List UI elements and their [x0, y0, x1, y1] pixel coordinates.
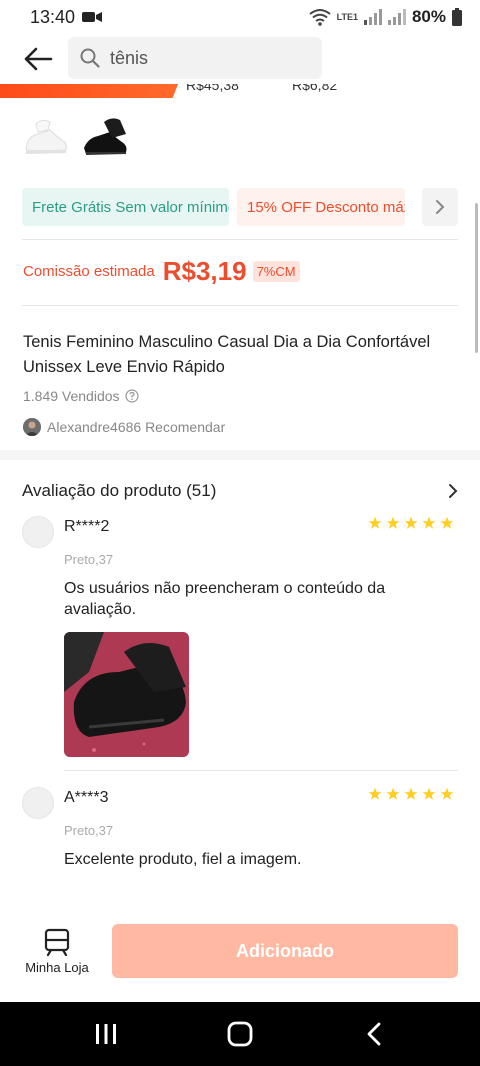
search-query: tênis	[110, 47, 149, 68]
recommender-row[interactable]: Alexandre4686 Recomendar	[23, 418, 225, 436]
help-icon[interactable]	[124, 389, 139, 403]
commission-label: Comissão estimada	[23, 263, 155, 280]
system-navigation-bar	[0, 1002, 480, 1066]
commission-badge: 7%CM	[252, 261, 300, 282]
scrollbar[interactable]	[475, 203, 478, 353]
commission-row: Comissão estimada R$3,19 7%CM	[23, 256, 300, 287]
signal-icon	[363, 9, 382, 25]
star-icon	[440, 787, 454, 800]
divider	[22, 239, 458, 240]
reviewer-name: R****2	[64, 518, 110, 535]
review-item: A****3 Preto,37 Excelente produto, fiel …	[22, 787, 454, 897]
store-icon	[44, 928, 70, 956]
network-label: LTE1	[336, 11, 358, 22]
reviewer-avatar	[22, 787, 54, 819]
star-icon	[404, 787, 418, 800]
discount-chip[interactable]: 15% OFF Desconto máximo	[237, 188, 405, 226]
chevron-left-icon	[367, 1022, 381, 1046]
video-camera-icon	[82, 12, 102, 22]
chevron-right-icon	[449, 484, 458, 498]
product-content: Frete Grátis Sem valor mínimo 15% OFF De…	[0, 98, 480, 918]
wifi-icon	[309, 9, 331, 26]
star-rating	[368, 787, 454, 801]
review-variant: Preto,37	[64, 552, 114, 567]
free-shipping-chip[interactable]: Frete Grátis Sem valor mínimo	[22, 188, 229, 226]
added-button[interactable]: Adicionado	[112, 924, 458, 978]
status-bar: 13:40 LTE1 80%	[0, 0, 480, 34]
review-variant: Preto,37	[64, 823, 114, 838]
recent-apps-icon	[96, 1024, 116, 1044]
home-icon	[227, 1021, 253, 1047]
star-icon	[404, 516, 418, 529]
section-separator	[0, 450, 480, 460]
star-icon	[440, 516, 454, 529]
divider	[64, 770, 458, 771]
chevron-right-icon	[436, 200, 445, 214]
recommender-text: Alexandre4686 Recomendar	[47, 419, 226, 435]
review-item: R****2 Preto,37 Os usuários não preenche…	[22, 516, 454, 757]
recent-apps-button[interactable]	[86, 1016, 126, 1052]
star-rating	[368, 516, 454, 530]
reviewer-avatar	[22, 516, 54, 548]
status-time: 13:40	[30, 7, 76, 27]
back-button[interactable]	[20, 42, 56, 76]
back-nav-button[interactable]	[354, 1016, 394, 1052]
star-icon	[386, 516, 400, 529]
review-photo[interactable]	[64, 632, 189, 757]
reviews-title: Avaliação do produto (51)	[22, 481, 217, 500]
review-text: Os usuários não preencheram o conteúdo d…	[64, 580, 386, 618]
chips-more-button[interactable]	[422, 188, 458, 226]
search-input[interactable]: tênis	[68, 37, 322, 79]
home-button[interactable]	[220, 1016, 260, 1052]
promo-price-1: R$45,38	[186, 84, 239, 93]
sold-count: 1.849 Vendidos	[23, 388, 120, 404]
search-icon	[80, 48, 100, 68]
reviews-header[interactable]: Avaliação do produto (51)	[22, 478, 458, 504]
commission-value: R$3,19	[162, 256, 247, 286]
promo-banner	[0, 84, 178, 98]
promo-price-2: R$6,82	[292, 84, 338, 93]
variant-thumbnail-white[interactable]	[22, 112, 70, 160]
bottom-action-bar: Minha Loja Adicionado	[0, 918, 480, 1002]
product-title: Tenis Feminino Masculino Casual Dia a Di…	[23, 333, 431, 376]
battery-percent: 80%	[411, 7, 446, 26]
signal-icon-2	[387, 9, 406, 25]
reviewer-name: A****3	[64, 789, 109, 806]
app-header: tênis	[0, 34, 480, 84]
divider	[22, 305, 458, 306]
promo-chips: Frete Grátis Sem valor mínimo 15% OFF De…	[22, 188, 458, 226]
review-text: Excelente produto, fiel a imagem.	[64, 851, 302, 868]
sold-count-row: 1.849 Vendidos	[23, 388, 139, 404]
arrow-left-icon	[24, 47, 53, 71]
star-icon	[368, 516, 382, 529]
star-icon	[422, 516, 436, 529]
star-icon	[422, 787, 436, 800]
recommender-avatar	[23, 418, 41, 436]
promo-strip: R$45,38 R$6,82	[0, 84, 480, 98]
battery-icon	[452, 8, 462, 26]
my-store-button[interactable]: Minha Loja	[22, 928, 92, 975]
star-icon	[368, 787, 382, 800]
variant-thumbnail-black[interactable]	[82, 112, 130, 160]
star-icon	[386, 787, 400, 800]
my-store-label: Minha Loja	[25, 960, 89, 975]
